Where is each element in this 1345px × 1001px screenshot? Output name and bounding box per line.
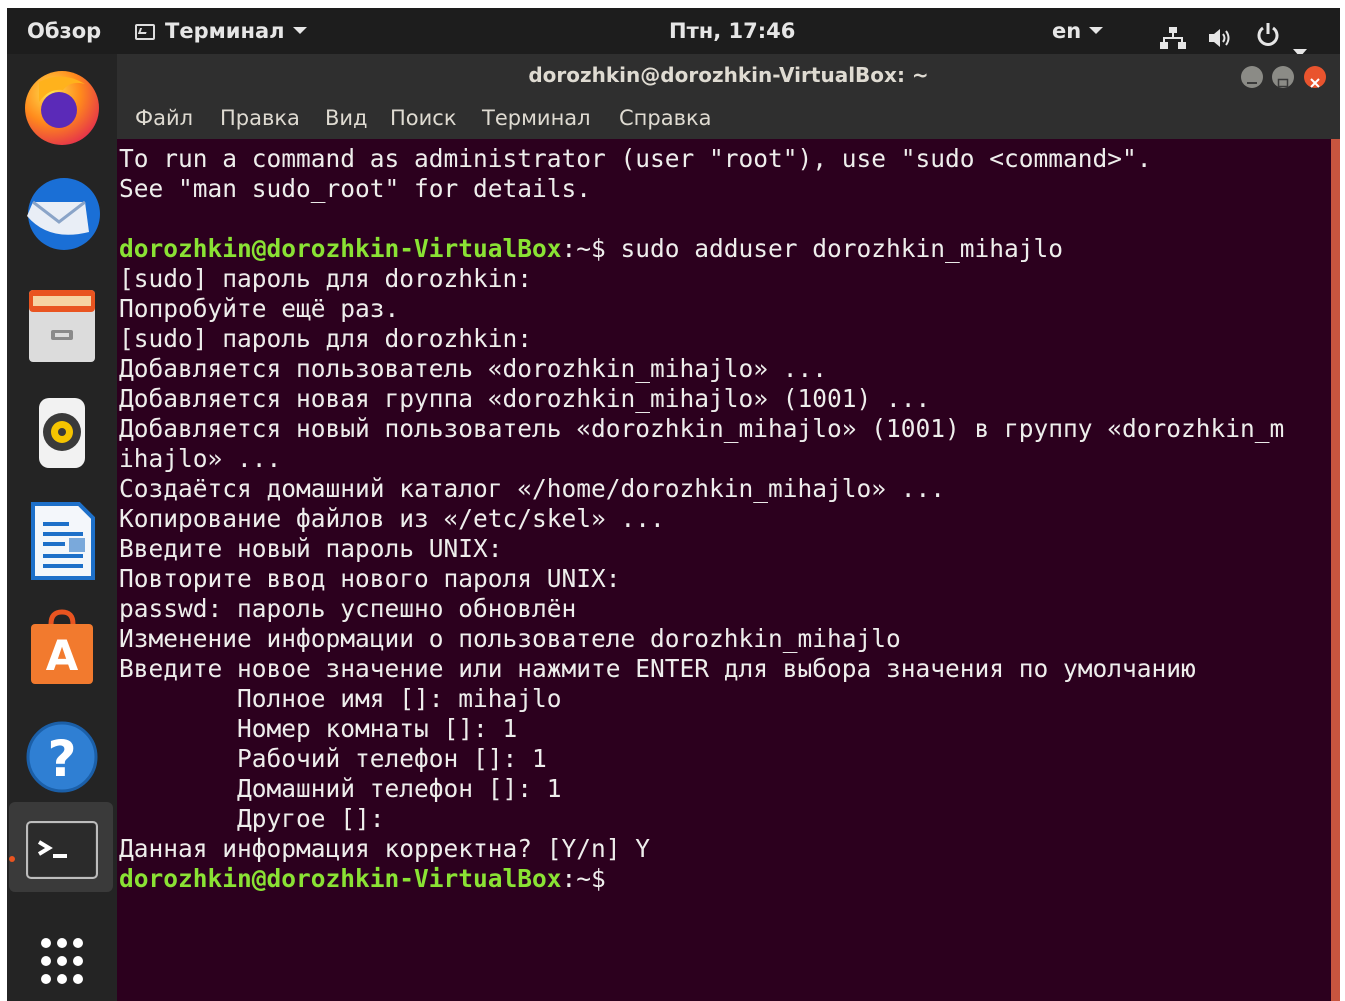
network-icon[interactable] bbox=[1159, 20, 1187, 49]
menu-file[interactable]: Файл bbox=[135, 97, 193, 139]
clock[interactable]: Птн, 17:46 bbox=[669, 8, 795, 54]
chevron-down-icon bbox=[1089, 27, 1104, 34]
top-bar: Обзор Терминал Птн, 17:46 en bbox=[7, 8, 1340, 57]
terminal-line: Рабочий телефон []: 1 bbox=[119, 744, 547, 773]
activities-button[interactable]: Обзор bbox=[27, 8, 101, 54]
app-menu-label: Терминал bbox=[165, 19, 285, 43]
terminal-line: sudo adduser dorozhkin_mihajlo bbox=[605, 234, 1064, 263]
terminal-line: Номер комнаты []: 1 bbox=[119, 714, 518, 743]
terminal-line: Полное имя []: mihajlo bbox=[119, 684, 562, 713]
terminal-line: Изменение информации о пользователе doro… bbox=[119, 624, 901, 653]
ubuntu-software-icon[interactable]: A bbox=[19, 606, 105, 692]
terminal-line: See "man sudo_root" for details. bbox=[119, 174, 592, 203]
terminal-window: dorozhkin@dorozhkin-VirtualBox: ~ Файл П… bbox=[117, 54, 1340, 1001]
close-button[interactable] bbox=[1304, 66, 1326, 88]
running-indicator bbox=[9, 856, 15, 862]
menu-help[interactable]: Справка bbox=[619, 97, 712, 139]
terminal-scrollbar[interactable] bbox=[1331, 139, 1340, 1001]
terminal-line: Данная информация корректна? [Y/n] Y bbox=[119, 834, 651, 863]
libreoffice-writer-icon[interactable] bbox=[19, 498, 105, 584]
power-icon[interactable] bbox=[1255, 18, 1281, 46]
desktop: Обзор Терминал Птн, 17:46 en A ? dorozhk… bbox=[7, 8, 1340, 1001]
terminal-line: Попробуйте ещё раз. bbox=[119, 294, 400, 323]
terminal-line: Добавляется новый пользователь «dorozhki… bbox=[119, 414, 1285, 443]
terminal-line: Создаётся домашний каталог «/home/dorozh… bbox=[119, 474, 946, 503]
terminal-line: Добавляется пользователь «dorozhkin_miha… bbox=[119, 354, 828, 383]
terminal-line: Добавляется новая группа «dorozhkin_miha… bbox=[119, 384, 931, 413]
terminal-line: Повторите ввод нового пароля UNIX: bbox=[119, 564, 621, 593]
prompt-path: :~$ bbox=[561, 234, 606, 263]
terminal-line: passwd: пароль успешно обновлён bbox=[119, 594, 577, 623]
firefox-icon[interactable] bbox=[19, 62, 105, 148]
menu-view[interactable]: Вид bbox=[325, 97, 368, 139]
terminal-icon[interactable] bbox=[19, 806, 105, 892]
menu-terminal[interactable]: Терминал bbox=[482, 97, 591, 139]
prompt-user: dorozhkin@dorozhkin-VirtualBox bbox=[119, 864, 562, 893]
language-label: en bbox=[1052, 19, 1082, 43]
terminal-output: To run a command as administrator (user … bbox=[119, 144, 1284, 894]
terminal-line: Копирование файлов из «/etc/skel» ... bbox=[119, 504, 665, 533]
chevron-down-icon[interactable] bbox=[1293, 28, 1307, 57]
prompt-user: dorozhkin@dorozhkin-VirtualBox bbox=[119, 234, 562, 263]
thunderbird-icon[interactable] bbox=[19, 172, 105, 258]
files-icon[interactable] bbox=[19, 282, 105, 368]
volume-icon[interactable] bbox=[1207, 20, 1235, 47]
window-titlebar[interactable]: dorozhkin@dorozhkin-VirtualBox: ~ bbox=[117, 54, 1340, 97]
chevron-down-icon bbox=[292, 27, 307, 34]
terminal-line: [sudo] пароль для dorozhkin: bbox=[119, 264, 533, 293]
svg-text:?: ? bbox=[47, 730, 76, 788]
terminal-line: [sudo] пароль для dorozhkin: bbox=[119, 324, 533, 353]
svg-text:A: A bbox=[46, 631, 79, 680]
dock: A ? bbox=[7, 54, 117, 1001]
terminal-line: Введите новый пароль UNIX: bbox=[119, 534, 503, 563]
menu-bar: Файл Правка Вид Поиск Терминал Справка bbox=[117, 97, 1340, 139]
terminal-line: Введите новое значение или нажмите ENTER… bbox=[119, 654, 1196, 683]
show-applications-icon[interactable] bbox=[19, 916, 105, 1001]
menu-search[interactable]: Поиск bbox=[390, 97, 457, 139]
terminal-line: To run a command as administrator (user … bbox=[119, 144, 1152, 173]
terminal-app-icon bbox=[135, 24, 155, 40]
language-selector[interactable]: en bbox=[1052, 8, 1104, 54]
app-menu-button[interactable]: Терминал bbox=[135, 8, 307, 54]
help-icon[interactable]: ? bbox=[19, 714, 105, 800]
window-title: dorozhkin@dorozhkin-VirtualBox: ~ bbox=[528, 63, 929, 87]
rhythmbox-icon[interactable] bbox=[19, 390, 105, 476]
maximize-button[interactable] bbox=[1272, 66, 1294, 88]
terminal-line: Другое []: bbox=[119, 804, 385, 833]
terminal-output-area[interactable]: To run a command as administrator (user … bbox=[117, 139, 1331, 1001]
menu-edit[interactable]: Правка bbox=[220, 97, 300, 139]
terminal-line: Домашний телефон []: 1 bbox=[119, 774, 562, 803]
terminal-line: ihajlo» ... bbox=[119, 444, 282, 473]
minimize-button[interactable] bbox=[1241, 66, 1263, 88]
prompt-path: :~$ bbox=[561, 864, 606, 893]
